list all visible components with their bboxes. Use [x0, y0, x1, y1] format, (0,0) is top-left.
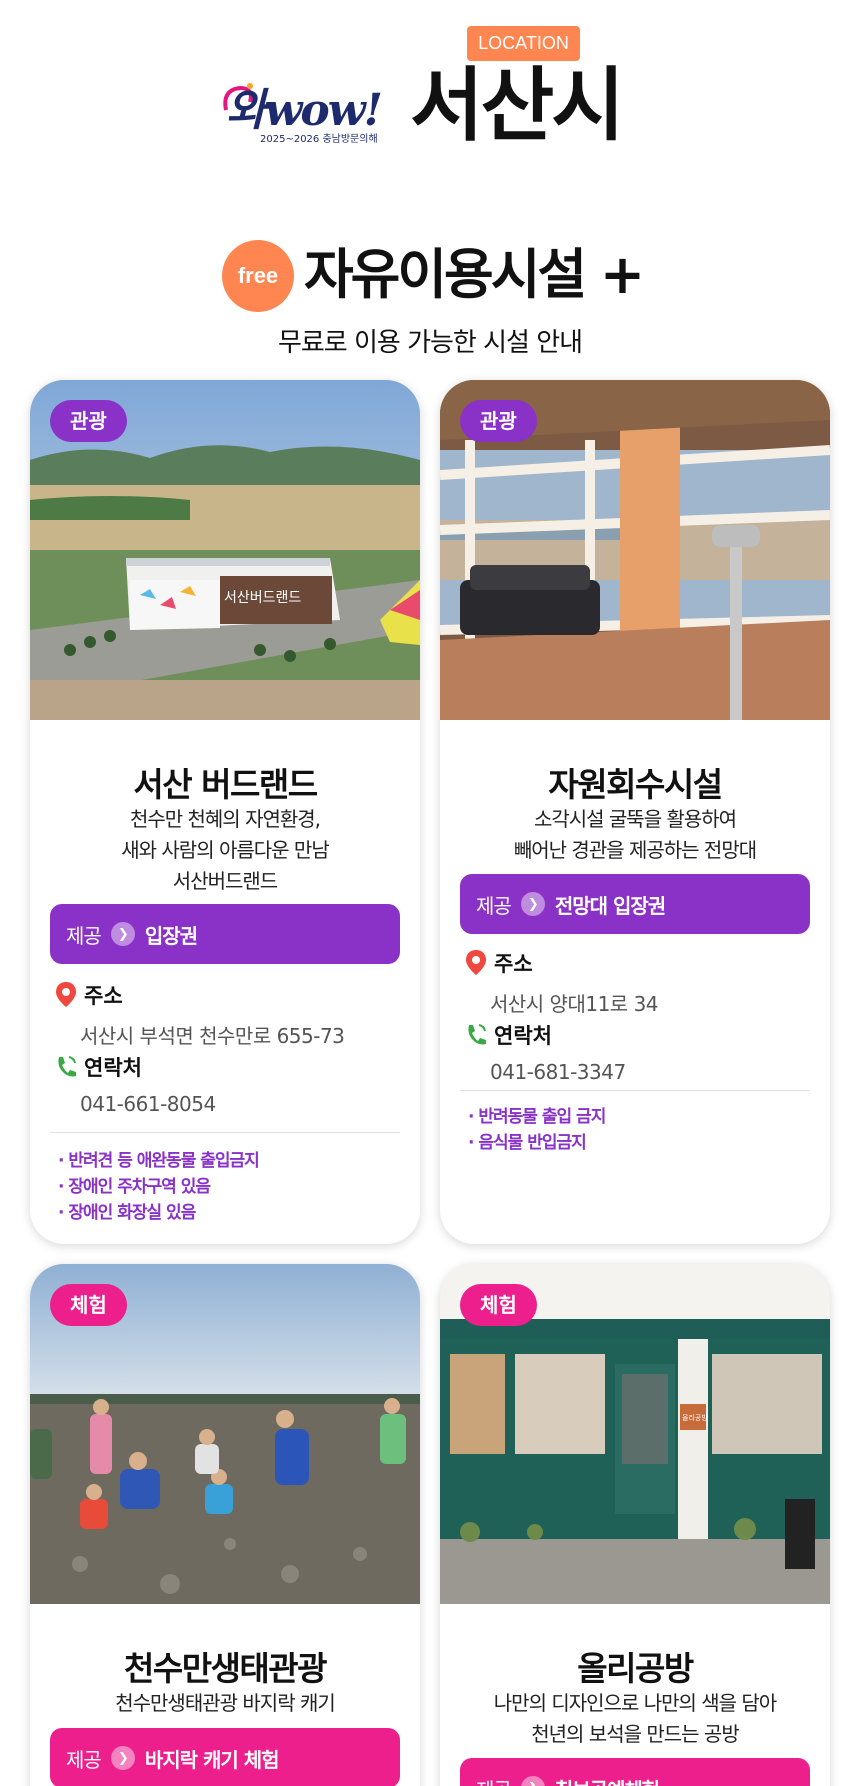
facility-card-olli[interactable]: 올리공방 체험 올리공방 나만의 디자인으로 나만의 색을 담아 천년의 보석을…: [440, 1264, 830, 1786]
category-badge: 체험: [460, 1284, 537, 1326]
facility-card-birdland[interactable]: 서산버드랜드 관광 서산 버드랜드 천수만 천혜의 자연환경, 새와 사람의 아…: [30, 380, 420, 1244]
logo-subtitle: 2025~2026 충남방문의해: [260, 134, 378, 145]
provide-banner: 제공 ❯ 입장권: [50, 904, 400, 964]
category-badge: 체험: [50, 1284, 127, 1326]
note-item: · 장애인 주차구역 있음: [58, 1177, 211, 1197]
contact-heading: 연락처: [464, 1020, 552, 1050]
address-value: 서산시 양대11로 34: [490, 992, 659, 1016]
phone-icon: [468, 1024, 486, 1045]
chevron-right-icon: ❯: [520, 1776, 545, 1786]
provide-item: 바지락 캐기 체험: [144, 1747, 280, 1772]
phone-icon: [58, 1056, 76, 1077]
notes-list: · 반려동물 출입 금지 · 음식물 반입금지: [468, 1104, 606, 1156]
provide-label: 제공: [476, 893, 512, 918]
provide-banner: 제공 ❯ 전망대 입장권: [460, 874, 810, 934]
provide-label: 제공: [476, 1774, 512, 1786]
provide-item: 칠보공예체험: [555, 1774, 660, 1786]
note-item: · 장애인 화장실 있음: [58, 1203, 196, 1223]
divider: [50, 1132, 400, 1133]
address-heading: 주소: [464, 948, 533, 978]
section-subtitle: 무료로 이용 가능한 시설 안내: [277, 328, 583, 358]
chevron-right-icon: ❯: [110, 1746, 135, 1770]
card-title: 천수만생태관광: [123, 1649, 328, 1688]
provide-label: 제공: [66, 1747, 102, 1772]
address-value: 서산시 부석면 천수만로 655-73: [80, 1024, 345, 1048]
facility-card-recovery[interactable]: 관광 자원회수시설 소각시설 굴뚝을 활용하여 빼어난 경관을 제공하는 전망대…: [440, 380, 830, 1244]
visit-year-logo: 와wow! 2025~2026 충남방문의해: [223, 74, 386, 150]
card-title: 자원회수시설: [548, 765, 723, 804]
provide-banner: 제공 ❯ 바지락 캐기 체험: [50, 1728, 400, 1786]
chevron-right-icon: ❯: [110, 922, 135, 946]
card-title: 서산 버드랜드: [133, 765, 318, 804]
contact-heading: 연락처: [54, 1052, 142, 1082]
section-title: 자유이용시설 +: [304, 243, 645, 306]
birdland-sign: 서산버드랜드: [224, 590, 301, 606]
provide-item: 전망대 입장권: [554, 893, 666, 918]
category-badge: 관광: [50, 400, 127, 442]
card-description: 천수만 천혜의 자연환경, 새와 사람의 아름다운 만남 서산버드랜드: [121, 807, 329, 893]
location-pin-icon: [56, 982, 76, 1007]
location-pin-icon: [466, 950, 486, 975]
workshop-sign: 올리공방: [682, 1413, 708, 1422]
note-item: · 음식물 반입금지: [468, 1133, 587, 1153]
note-item: · 반려동물 출입 금지: [468, 1107, 606, 1127]
provide-banner: 제공 ❯ 칠보공예체험: [460, 1758, 810, 1786]
card-description: 천수만생태관광 바지락 캐기: [115, 1691, 336, 1715]
mudflat-photo: 체험: [30, 1264, 420, 1604]
workshop-photo: 올리공방 체험: [440, 1264, 830, 1604]
card-description: 나만의 디자인으로 나만의 색을 담아 천년의 보석을 만드는 공방: [493, 1691, 777, 1746]
birdland-photo: 서산버드랜드 관광: [30, 380, 420, 720]
address-heading: 주소: [54, 980, 123, 1010]
free-badge: free: [222, 240, 294, 312]
note-item: · 반려견 등 애완동물 출입금지: [58, 1151, 260, 1171]
provide-label: 제공: [66, 923, 102, 948]
phone-value[interactable]: 041-681-3347: [490, 1060, 626, 1084]
card-title: 올리공방: [577, 1649, 694, 1688]
divider: [460, 1090, 810, 1091]
phone-value[interactable]: 041-661-8054: [80, 1092, 216, 1116]
city-title: 서산시: [410, 59, 625, 152]
logo-wordmark: 와wow!: [226, 85, 383, 136]
notes-list: · 반려견 등 애완동물 출입금지 · 장애인 주차구역 있음 · 장애인 화장…: [58, 1148, 260, 1226]
category-badge: 관광: [460, 400, 537, 442]
card-description: 소각시설 굴뚝을 활용하여 빼어난 경관을 제공하는 전망대: [513, 807, 757, 862]
facility-card-ecotour[interactable]: 체험 천수만생태관광 천수만생태관광 바지락 캐기 제공 ❯ 바지락 캐기 체험: [30, 1264, 420, 1786]
chevron-right-icon: ❯: [520, 892, 545, 916]
location-badge: LOCATION: [467, 26, 580, 61]
provide-item: 입장권: [144, 923, 198, 948]
observatory-photo: 관광: [440, 380, 830, 720]
